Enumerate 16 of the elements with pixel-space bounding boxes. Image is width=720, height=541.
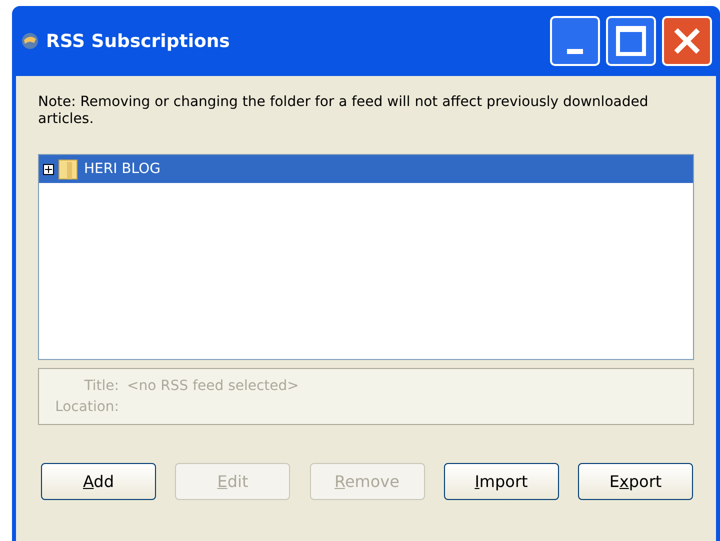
dialog-button[interactable]: Export: [578, 463, 693, 500]
app-icon: [20, 31, 40, 51]
minimize-button[interactable]: [550, 16, 600, 66]
dialog-button[interactable]: Add: [41, 463, 156, 500]
folder-icon: [58, 158, 78, 180]
tree-item[interactable]: HERI BLOG: [39, 155, 693, 183]
field-label: Location:: [54, 398, 119, 416]
window-title: RSS Subscriptions: [46, 30, 230, 54]
note-text: Note: Removing or changing the folder for a feed will not affect previously downloaded articles.: [38, 94, 650, 128]
maximize-button[interactable]: [606, 16, 656, 66]
title-value: <no RSS feed selected>: [127, 376, 300, 396]
close-icon: [672, 26, 702, 56]
close-button[interactable]: [662, 16, 712, 66]
field-label: Title:: [83, 376, 119, 396]
expand-icon[interactable]: [43, 164, 54, 174]
dialog-button[interactable]: Import: [444, 463, 559, 500]
